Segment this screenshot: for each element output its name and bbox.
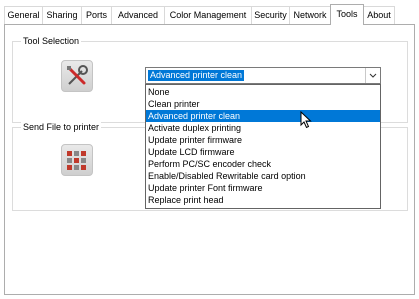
tab-bar: General Sharing Ports Advanced Color Man… bbox=[0, 0, 419, 25]
tab-advanced[interactable]: Advanced bbox=[111, 6, 165, 24]
file-grid-icon bbox=[61, 144, 93, 176]
tool-select-value: Advanced printer clean bbox=[148, 70, 245, 81]
tab-security[interactable]: Security bbox=[251, 6, 290, 24]
option-update-lcd-firmware[interactable]: Update LCD firmware bbox=[146, 146, 380, 158]
tools-panel: Tool Selection Send File to printer Adva… bbox=[4, 24, 415, 295]
tool-select[interactable]: Advanced printer clean bbox=[145, 67, 381, 84]
tab-ports[interactable]: Ports bbox=[81, 6, 112, 24]
tab-color-management[interactable]: Color Management bbox=[164, 6, 252, 24]
tab-network[interactable]: Network bbox=[289, 6, 331, 24]
send-file-title: Send File to printer bbox=[21, 121, 102, 133]
tab-general[interactable]: General bbox=[4, 6, 43, 24]
tab-tools[interactable]: Tools bbox=[330, 4, 364, 25]
chevron-down-icon[interactable] bbox=[365, 68, 380, 83]
option-advanced-printer-clean[interactable]: Advanced printer clean bbox=[146, 110, 380, 122]
tab-sharing[interactable]: Sharing bbox=[42, 6, 82, 24]
option-none[interactable]: None bbox=[146, 86, 380, 98]
option-clean-printer[interactable]: Clean printer bbox=[146, 98, 380, 110]
tab-about[interactable]: About bbox=[363, 6, 395, 24]
tool-selection-title: Tool Selection bbox=[21, 35, 82, 47]
option-rewritable-card[interactable]: Enable/Disabled Rewritable card option bbox=[146, 170, 380, 182]
tool-dropdown-list: None Clean printer Advanced printer clea… bbox=[145, 84, 381, 209]
option-replace-print-head[interactable]: Replace print head bbox=[146, 194, 380, 206]
option-perform-encoder-check[interactable]: Perform PC/SC encoder check bbox=[146, 158, 380, 170]
mouse-cursor-icon bbox=[300, 110, 312, 131]
option-update-font-firmware[interactable]: Update printer Font firmware bbox=[146, 182, 380, 194]
option-activate-duplex-printing[interactable]: Activate duplex printing bbox=[146, 122, 380, 134]
tools-icon bbox=[61, 60, 93, 92]
option-update-printer-firmware[interactable]: Update printer firmware bbox=[146, 134, 380, 146]
